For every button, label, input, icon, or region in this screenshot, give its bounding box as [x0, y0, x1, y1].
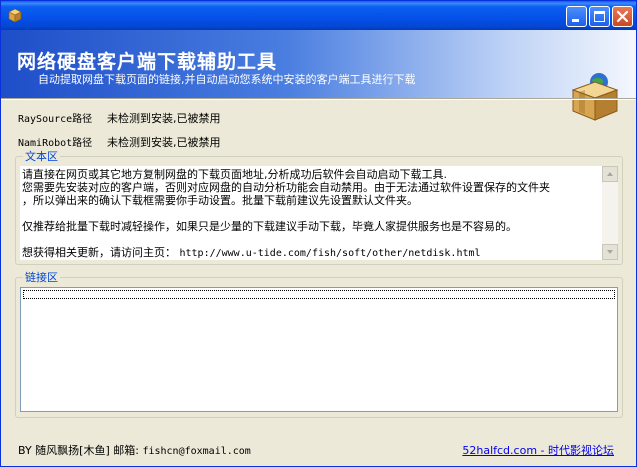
close-button[interactable] [612, 6, 633, 27]
info-text: 请直接在网页或其它地方复制网盘的下载页面地址,分析成功后软件会自动启动下载工具.… [20, 166, 602, 260]
raysource-path-value: 未检测到安装,已被禁用 [107, 112, 221, 125]
scroll-up-arrow-icon [607, 172, 613, 176]
info-line: 仅推荐给批量下载时减轻操作，如果只是少量的下载建议手动下载，毕竟人家提供服务也是… [22, 220, 517, 233]
info-line: 请直接在网页或其它地方复制网盘的下载页面地址,分析成功后软件会自动启动下载工具. [22, 168, 447, 181]
info-textarea[interactable]: 请直接在网页或其它地方复制网盘的下载页面地址,分析成功后软件会自动启动下载工具.… [20, 166, 618, 260]
author-label: BY 随风飘扬[木鱼] 邮箱: [18, 444, 139, 457]
info-line: ，所以弹出来的确认下载框需要你手动设置。批量下载前建议先设置默认文件夹。 [22, 194, 418, 207]
namirobot-path-value: 未检测到安装,已被禁用 [107, 136, 221, 149]
title-bar[interactable] [1, 1, 636, 30]
author-email: fishcn@foxmail.com [142, 446, 251, 457]
info-line [22, 207, 600, 220]
header-banner: 网络硬盘客户端下载辅助工具 自动提取网盘下载页面的链接,并自动启动您系统中安装的… [1, 30, 636, 121]
scroll-down-arrow-icon [607, 250, 613, 254]
link-area-legend: 链接区 [23, 271, 60, 284]
banner-subtitle: 自动提取网盘下载页面的链接,并自动启动您系统中安装的客户端工具进行下载 [38, 73, 416, 86]
minimize-icon [572, 19, 579, 22]
banner-title: 网络硬盘客户端下载辅助工具 [17, 51, 278, 73]
homepage-label: 想获得相关更新，请访问主页： [22, 246, 180, 259]
banner-divider [1, 98, 636, 100]
app-box-icon [8, 8, 22, 23]
info-line: 您需要先安装对应的客户端，否则对应网盘的自动分析功能会自动禁用。由于无法通过软件… [22, 181, 550, 194]
text-area-group: 文本区 请直接在网页或其它地方复制网盘的下载页面地址,分析成功后软件会自动启动下… [15, 150, 623, 265]
namirobot-path-label: NamiRobot路径 [18, 138, 93, 149]
link-list[interactable] [20, 287, 618, 412]
link-area-group: 链接区 [15, 271, 623, 418]
homepage-line: 想获得相关更新，请访问主页： http://www.u-tide.com/fis… [22, 246, 600, 260]
list-focus-row[interactable] [23, 290, 615, 299]
scroll-up-button[interactable] [602, 166, 618, 182]
maximize-icon [594, 11, 605, 22]
footer-author: BY 随风飘扬[木鱼] 邮箱: fishcn@foxmail.com [18, 442, 251, 458]
text-area-legend: 文本区 [23, 150, 60, 163]
close-icon [616, 10, 629, 23]
info-line [22, 233, 600, 246]
minimize-button[interactable] [566, 6, 587, 27]
raysource-path-label: RaySource路径 [18, 114, 93, 125]
gift-box-with-globe-icon [571, 73, 619, 121]
scroll-down-button[interactable] [602, 244, 618, 260]
forum-link[interactable]: 52halfcd.com - 时代影视论坛 [462, 442, 614, 458]
homepage-url[interactable]: http://www.u-tide.com/fish/soft/other/ne… [180, 248, 481, 259]
namirobot-path-row: NamiRobot路径 未检测到安装,已被禁用 [18, 134, 221, 149]
textarea-scrollbar[interactable] [602, 166, 618, 260]
maximize-button[interactable] [589, 6, 610, 27]
app-window: 网络硬盘客户端下载辅助工具 自动提取网盘下载页面的链接,并自动启动您系统中安装的… [0, 0, 637, 467]
raysource-path-row: RaySource路径 未检测到安装,已被禁用 [18, 110, 221, 125]
